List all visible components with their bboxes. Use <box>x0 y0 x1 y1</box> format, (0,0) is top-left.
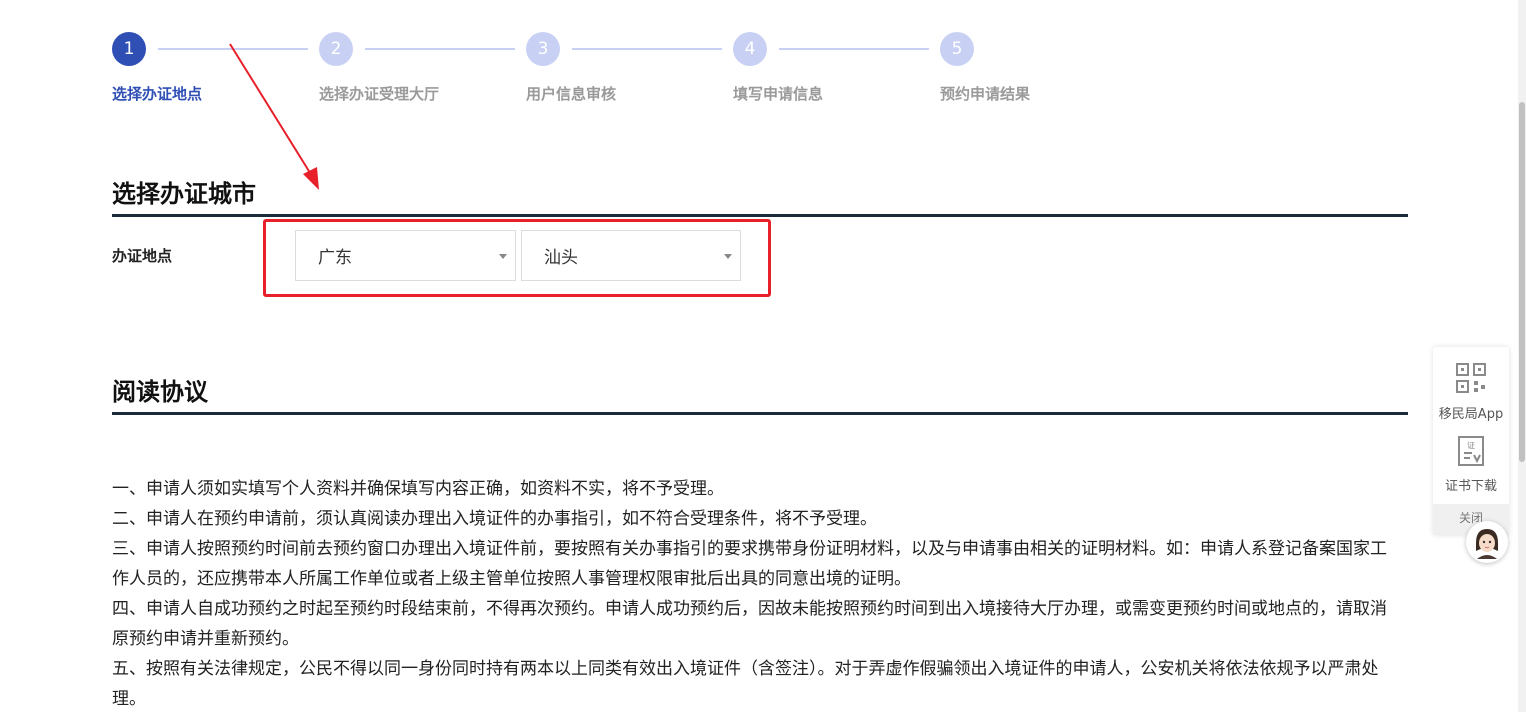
certificate-download-button[interactable]: 证 证书下载 <box>1433 435 1509 494</box>
agreement-section-title: 阅读协议 <box>112 378 208 406</box>
section-divider <box>112 214 1408 217</box>
city-section-title: 选择办证城市 <box>112 180 256 208</box>
step-5-label: 预约申请结果 <box>940 85 1031 103</box>
assistant-avatar-icon <box>1468 523 1506 561</box>
step-connector <box>365 48 515 50</box>
assistant-avatar-icon[interactable] <box>1466 521 1508 563</box>
app-download-label: 移民局App <box>1438 407 1504 422</box>
location-field-label: 办证地点 <box>112 247 173 265</box>
agreement-paragraph: 一、申请人须如实填写个人资料并确保填写内容正确，如资料不实，将不予受理。 <box>112 479 724 499</box>
section-divider <box>112 412 1408 415</box>
step-3-circle: 3 <box>526 32 560 66</box>
step-5-circle: 5 <box>940 32 974 66</box>
step-connector <box>158 48 308 50</box>
step-2-circle: 2 <box>319 32 353 66</box>
agreement-text: 一、申请人须如实填写个人资料并确保填写内容正确，如资料不实，将不予受理。 二、申… <box>112 474 1402 712</box>
scrollbar-thumb[interactable] <box>1519 102 1525 462</box>
agreement-paragraph: 二、申请人在预约申请前，须认真阅读办理出入境证件的办事指引，如不符合受理条件，将… <box>112 509 877 529</box>
step-3-label: 用户信息审核 <box>526 85 617 103</box>
certificate-icon: 证 <box>1458 436 1484 466</box>
step-connector <box>779 48 929 50</box>
agreement-paragraph: 三、申请人按照预约时间前去预约窗口办理出入境证件前，要按照有关办事指引的要求携带… <box>112 539 1387 589</box>
step-2-label: 选择办证受理大厅 <box>319 85 440 103</box>
step-connector <box>572 48 722 50</box>
qr-code-icon <box>1456 363 1486 393</box>
step-4-label: 填写申请信息 <box>733 85 824 103</box>
certificate-download-label: 证书下载 <box>1444 479 1497 494</box>
step-4-circle: 4 <box>733 32 767 66</box>
annotation-highlight-box <box>263 219 771 297</box>
agreement-paragraph: 五、按照有关法律规定，公民不得以同一身份同时持有两本以上同类有效出入境证件（含签… <box>112 659 1379 709</box>
agreement-paragraph: 四、申请人自成功预约之时起至预约时段结束前，不得再次预约。申请人成功预约后，因故… <box>112 599 1387 649</box>
step-1-circle: 1 <box>112 32 146 66</box>
side-float-panel: 移民局App 证 证书下载 关闭 <box>1433 347 1509 535</box>
page: 1 2 3 4 5 选择办证地点 选择办证受理大厅 用户信息审核 填写申请信息 … <box>0 0 1526 712</box>
app-download-button[interactable]: 移民局App <box>1433 361 1509 422</box>
svg-text:证: 证 <box>1467 441 1475 450</box>
step-1-label: 选择办证地点 <box>112 85 203 103</box>
